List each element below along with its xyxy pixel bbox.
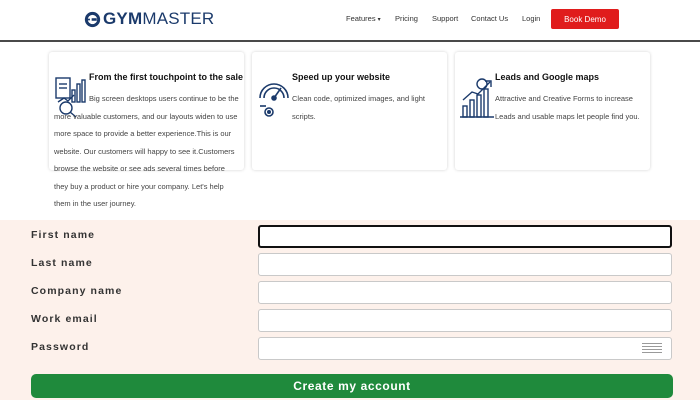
speedometer-icon — [259, 83, 289, 117]
first-name-input[interactable] — [258, 225, 672, 248]
last-name-label: Last name — [31, 257, 93, 269]
feature-title: From the first touchpoint to the sale — [89, 72, 244, 82]
first-name-label: First name — [31, 229, 96, 241]
password-input[interactable] — [258, 337, 672, 360]
book-demo-button[interactable]: Book Demo — [551, 9, 619, 29]
gymmaster-logo[interactable]: GYMMASTER — [84, 8, 214, 30]
work-email-label: Work email — [31, 313, 98, 325]
create-account-button[interactable]: Create my account — [31, 374, 673, 398]
nav-contact-us[interactable]: Contact Us — [471, 14, 508, 23]
site-header: GYMMASTER Features ▾ Pricing Support Cont… — [0, 0, 700, 42]
company-name-label: Company name — [31, 285, 123, 297]
growth-chart-icon — [460, 78, 494, 118]
feature-title: Speed up your website — [292, 72, 391, 82]
chevron-down-icon: ▾ — [377, 17, 381, 23]
password-manager-icon[interactable] — [642, 343, 662, 354]
password-label: Password — [31, 341, 90, 353]
nav-pricing[interactable]: Pricing — [395, 14, 418, 23]
gymmaster-logo-icon — [84, 11, 101, 27]
last-name-input[interactable] — [258, 253, 672, 276]
logo-wordmark: GYMMASTER — [103, 9, 215, 28]
feature-title: Leads and Google maps — [495, 72, 600, 82]
nav-support[interactable]: Support — [432, 14, 458, 23]
company-name-input[interactable] — [258, 281, 672, 304]
feature-description: Attractive and Creative Forms to increas… — [495, 94, 640, 121]
feature-description: Clean code, optimized images, and light … — [292, 94, 425, 121]
feature-description: Big screen desktops users continue to be… — [54, 94, 239, 208]
work-email-input[interactable] — [258, 309, 672, 332]
nav-features[interactable]: Features ▾ — [346, 14, 381, 23]
nav-login[interactable]: Login — [522, 14, 540, 23]
